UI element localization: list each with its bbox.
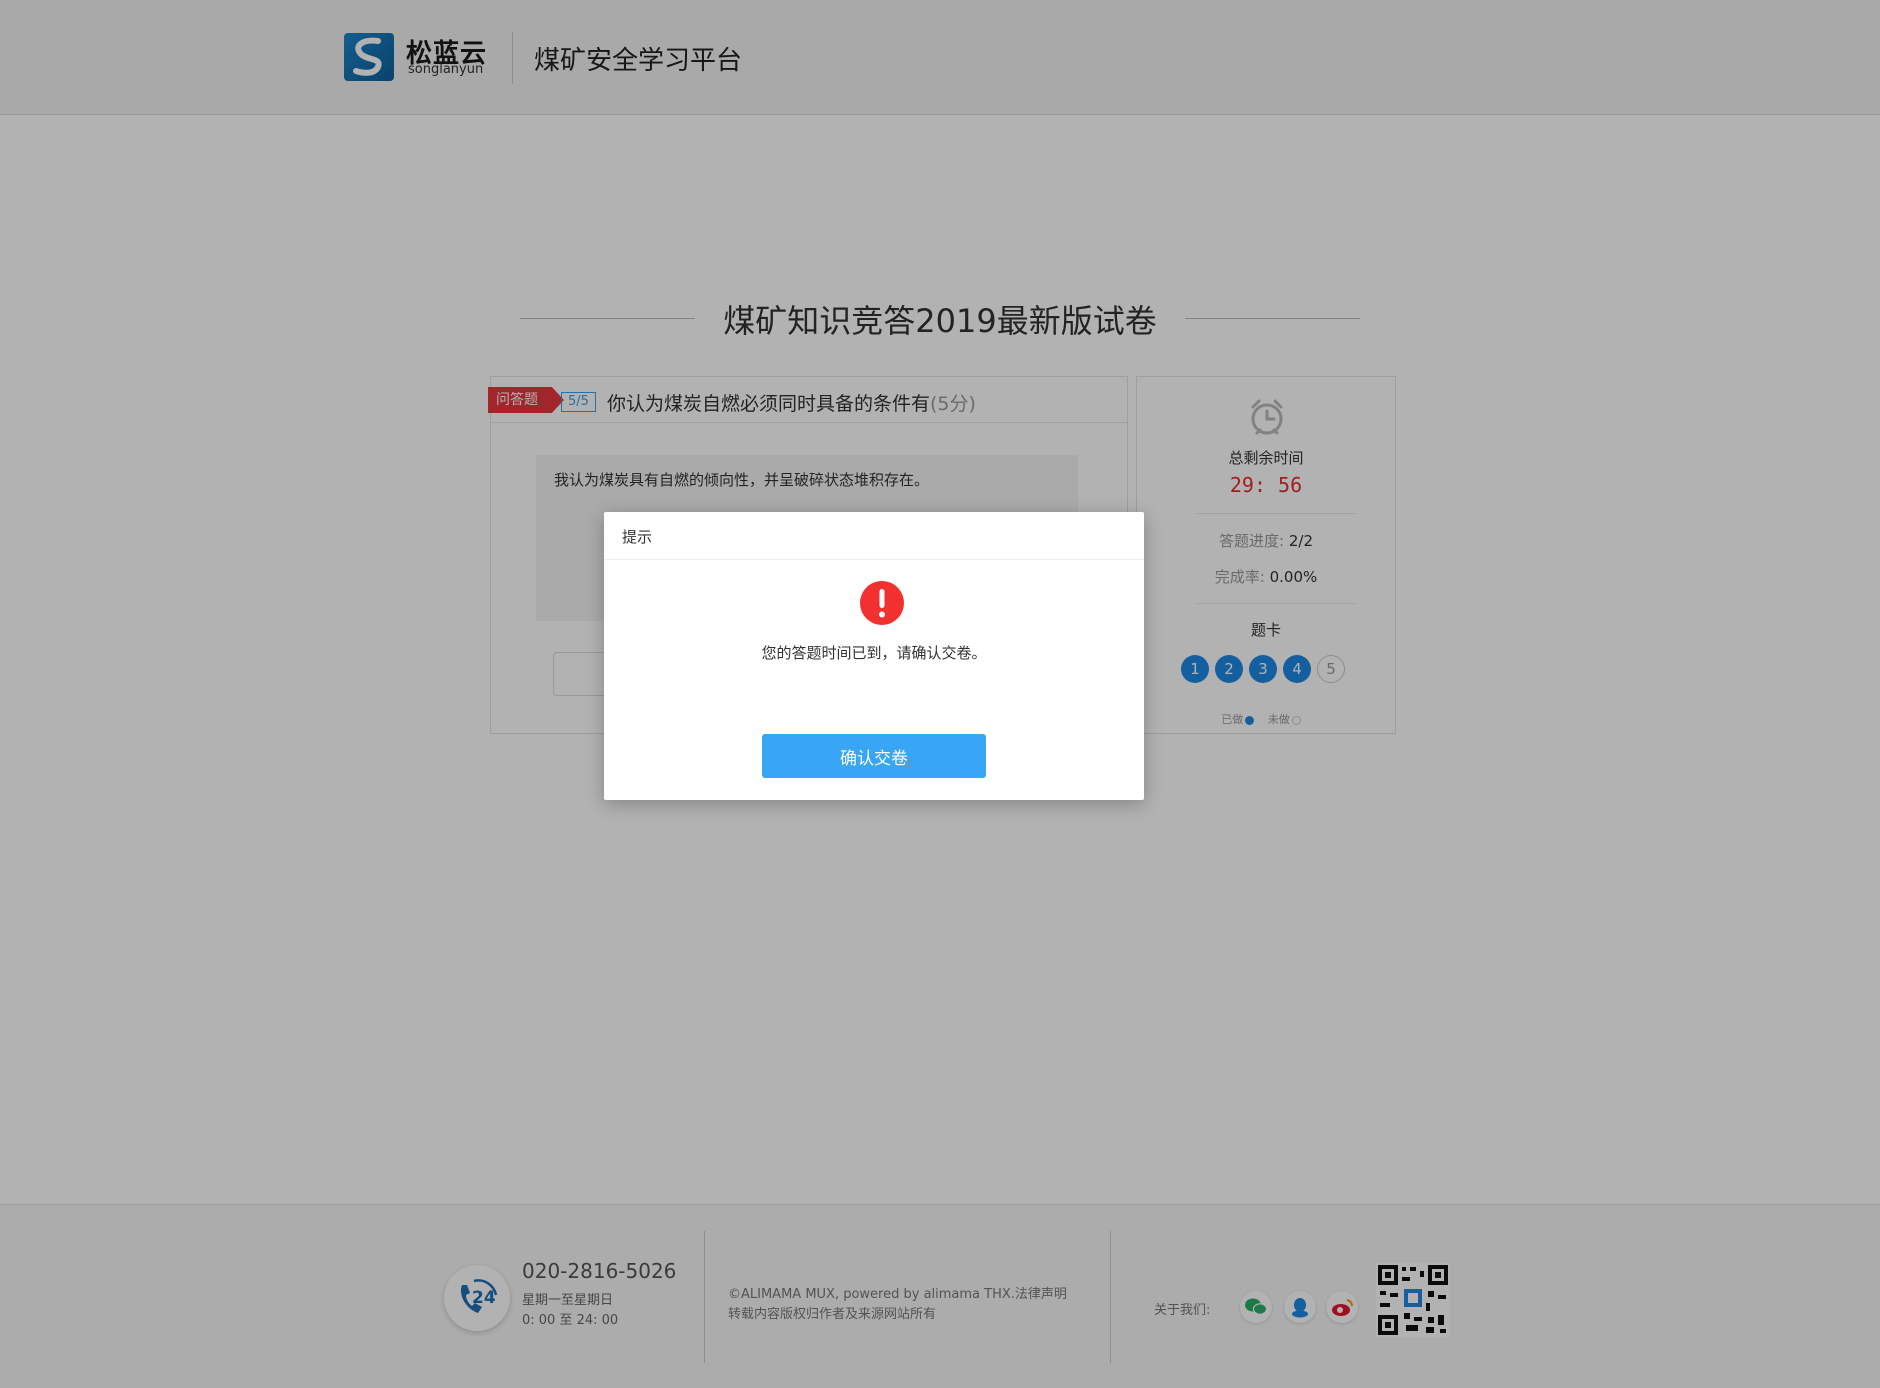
confirm-submit-button[interactable]: 确认交卷 <box>762 734 986 778</box>
time-up-dialog: 提示 您的答题时间已到，请确认交卷。 确认交卷 <box>604 512 1144 800</box>
warning-exclamation-icon <box>860 581 904 625</box>
dialog-message: 您的答题时间已到，请确认交卷。 <box>761 644 987 662</box>
dialog-title: 提示 <box>604 512 1144 560</box>
